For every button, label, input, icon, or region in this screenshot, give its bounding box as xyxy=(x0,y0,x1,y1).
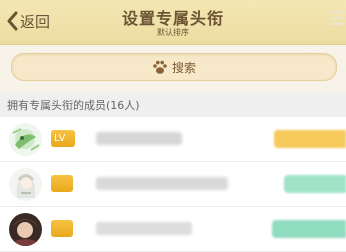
menu-line xyxy=(330,23,344,25)
search-label: 搜索 xyxy=(171,60,196,75)
member-list: LV xyxy=(0,117,346,252)
menu-line xyxy=(330,17,344,19)
title-tag xyxy=(274,130,346,148)
sort-mode-label[interactable]: 默认排序 xyxy=(0,27,346,38)
level-badge: LV xyxy=(51,130,75,147)
list-item[interactable]: LV xyxy=(0,117,346,162)
title-tag xyxy=(272,220,346,238)
search-area: 搜索 xyxy=(0,45,346,93)
hamburger-menu-icon xyxy=(330,11,344,13)
avatar xyxy=(9,168,42,201)
avatar xyxy=(9,123,42,156)
list-item[interactable] xyxy=(0,207,346,252)
member-name xyxy=(96,177,228,190)
top-bar: 返回 设置专属头衔 默认排序 xyxy=(0,0,346,45)
page-title: 设置专属头衔 xyxy=(121,9,224,28)
section-title: 拥有专属头衔的成员(16人) xyxy=(0,93,346,117)
title-tag xyxy=(284,175,346,193)
menu-button[interactable] xyxy=(330,11,344,27)
paw-icon xyxy=(153,60,167,74)
member-name xyxy=(96,132,182,145)
level-badge xyxy=(51,175,73,192)
list-item[interactable] xyxy=(0,162,346,207)
search-input[interactable]: 搜索 xyxy=(11,53,337,81)
level-badge xyxy=(51,220,73,237)
member-name xyxy=(96,222,192,235)
avatar xyxy=(9,213,42,246)
